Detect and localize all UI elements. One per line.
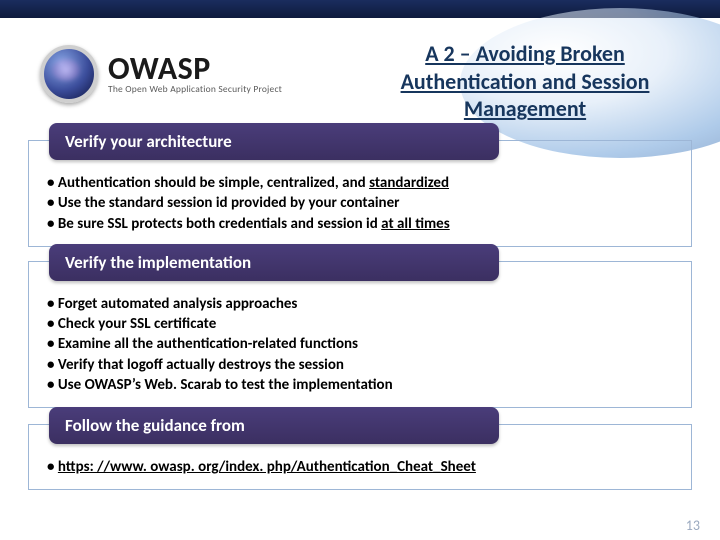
brand-text: OWASP The Open Web Application Security …: [108, 53, 282, 95]
cheat-sheet-link[interactable]: https: //www. owasp. org/index. php/Auth…: [58, 458, 476, 476]
list-item: • https: //www. owasp. org/index. php/Au…: [47, 457, 673, 477]
list-item: • Examine all the authentication-related…: [47, 334, 673, 354]
list-item: • Use the standard session id provided b…: [47, 193, 673, 213]
list-item: • Forget automated analysis approaches: [47, 294, 673, 314]
brand-tagline: The Open Web Application Security Projec…: [108, 85, 282, 95]
bullet-list: • Forget automated analysis approaches •…: [29, 282, 691, 407]
section-verify-architecture: Verify your architecture • Authenticatio…: [28, 140, 692, 247]
slide-content: Verify your architecture • Authenticatio…: [0, 126, 720, 490]
list-item: • Be sure SSL protects both credentials …: [47, 214, 673, 234]
section-heading: Verify the implementation: [49, 244, 499, 281]
list-item: • Verify that logoff actually destroys t…: [47, 355, 673, 375]
list-item: • Authentication should be simple, centr…: [47, 173, 673, 193]
bullet-list: • https: //www. owasp. org/index. php/Au…: [29, 445, 691, 489]
section-heading: Verify your architecture: [49, 123, 499, 160]
section-verify-implementation: Verify the implementation • Forget autom…: [28, 261, 692, 408]
section-follow-guidance: Follow the guidance from • https: //www.…: [28, 424, 692, 490]
list-item: • Check your SSL certificate: [47, 314, 673, 334]
globe-icon: [40, 45, 98, 103]
slide-header: OWASP The Open Web Application Security …: [0, 18, 720, 126]
section-heading: Follow the guidance from: [49, 407, 499, 444]
slide-title: A 2 – Avoiding Broken Authentication and…: [360, 40, 690, 123]
brand-name: OWASP: [108, 53, 282, 85]
owasp-logo: OWASP The Open Web Application Security …: [40, 45, 282, 103]
bullet-list: • Authentication should be simple, centr…: [29, 161, 691, 246]
page-number: 13: [686, 517, 700, 534]
list-item: • Use OWASP’s Web. Scarab to test the im…: [47, 375, 673, 395]
